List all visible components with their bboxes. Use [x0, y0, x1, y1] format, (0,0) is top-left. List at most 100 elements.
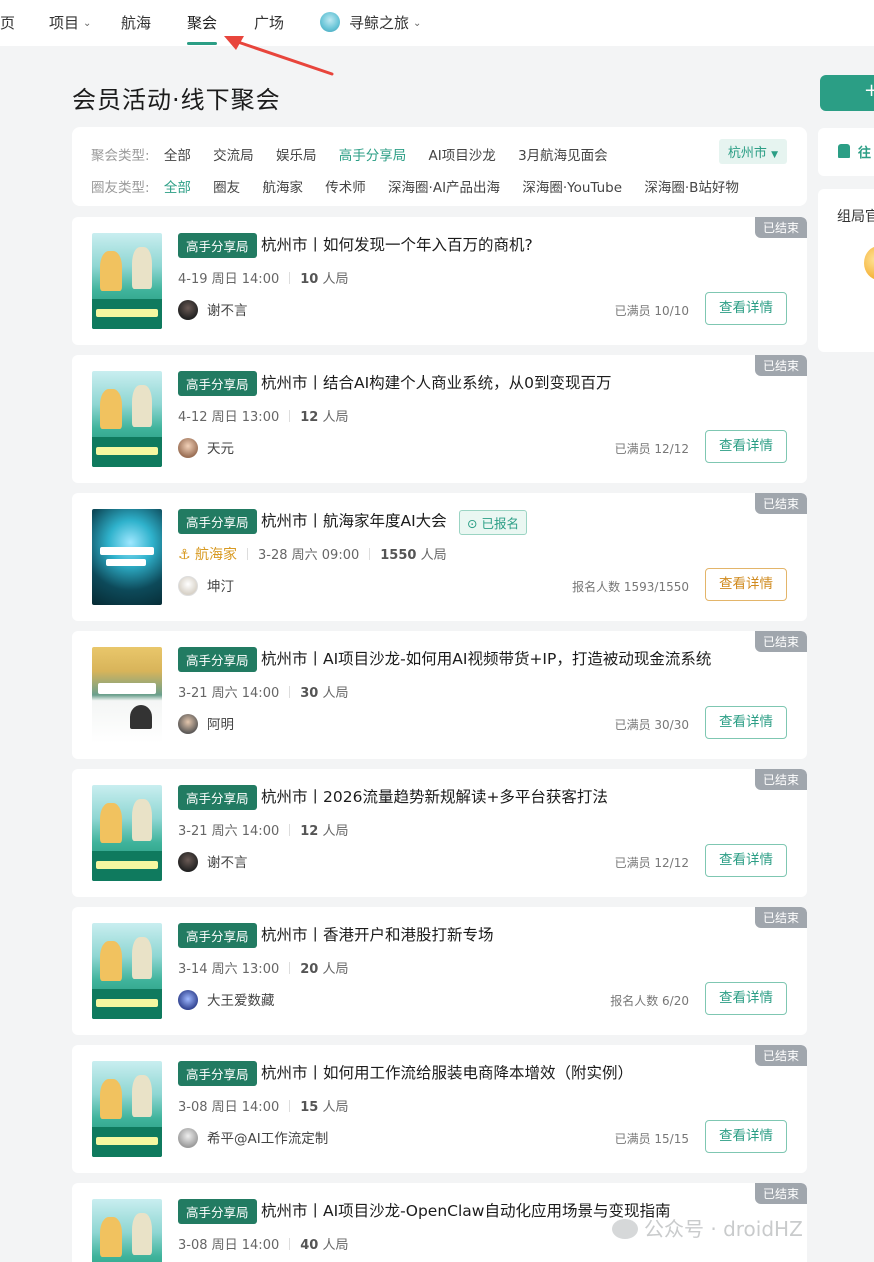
- filter-label: 聚会类型:: [91, 148, 150, 164]
- host[interactable]: 天元: [178, 437, 234, 458]
- watermark: 公众号 · droidHZ: [612, 1213, 803, 1242]
- status-badge: 已结束: [754, 631, 807, 652]
- host-name: 谢不言: [207, 855, 248, 871]
- event-title[interactable]: 杭州市丨AI项目沙龙-如何用AI视频带货+IP，打造被动现金流系统: [261, 647, 711, 669]
- host[interactable]: 希平@AI工作流定制: [178, 1127, 328, 1148]
- enrollment-status: 已满员 12/12: [614, 442, 689, 456]
- event-cover-image[interactable]: [92, 1199, 162, 1262]
- category-badge: 高手分享局: [178, 233, 257, 258]
- active-tab-indicator: [187, 42, 217, 45]
- avatar: [178, 1128, 198, 1148]
- top-nav: 页 项目 ⌄ 航海 聚会 广场 寻鲸之旅 ⌄: [0, 0, 874, 46]
- event-cover-image[interactable]: [92, 923, 162, 1019]
- view-details-button[interactable]: 查看详情: [705, 1120, 787, 1153]
- view-details-button[interactable]: 查看详情: [705, 982, 787, 1015]
- filter-option-fun[interactable]: 娱乐局: [276, 144, 317, 164]
- host-name: 大王爱数藏: [207, 993, 275, 1009]
- event-meta: 3-14 周六 13:00 20 人局: [178, 958, 348, 977]
- enrollment-status: 已满员 30/30: [614, 718, 689, 732]
- event-cover-image[interactable]: [92, 1061, 162, 1157]
- capacity-unit: 人局: [322, 962, 349, 977]
- nav-label: 寻鲸之旅: [349, 14, 410, 32]
- filter-option-members[interactable]: 圈友: [213, 176, 240, 196]
- avatar: [178, 990, 198, 1010]
- nav-item-voyage[interactable]: 航海: [121, 12, 151, 33]
- nav-item-whale-journey[interactable]: 寻鲸之旅 ⌄: [349, 12, 421, 33]
- filter-option-deep-ai-export[interactable]: 深海圈·AI产品出海: [388, 176, 500, 196]
- watermark-text: 公众号 · droidHZ: [644, 1217, 803, 1241]
- capacity-count: 10: [300, 272, 319, 287]
- event-cover-image[interactable]: [92, 785, 162, 881]
- event-title[interactable]: 杭州市丨2026流量趋势新规解读+多平台获客打法: [261, 785, 608, 807]
- nav-item-projects[interactable]: 项目 ⌄: [49, 12, 91, 33]
- event-cover-image[interactable]: [92, 233, 162, 329]
- nav-item-meetups[interactable]: 聚会: [187, 12, 217, 33]
- event-card[interactable]: 已结束 高手分享局 杭州市丨结合AI构建个人商业系统，从0到变现百万 4-12 …: [72, 355, 807, 483]
- category-badge: 高手分享局: [178, 1199, 257, 1224]
- wechat-icon: [612, 1219, 638, 1239]
- filter-option-ai-salon[interactable]: AI项目沙龙: [429, 144, 496, 164]
- event-card[interactable]: 已结束 高手分享局 杭州市丨航海家年度AI大会 ⊙ 已报名 ⚓ 航海家 3-28 …: [72, 493, 807, 621]
- side-card-organizers: 组局官: [818, 189, 874, 352]
- event-title[interactable]: 杭州市丨航海家年度AI大会: [261, 509, 447, 531]
- avatar: [178, 576, 198, 596]
- event-card[interactable]: 已结束 高手分享局 杭州市丨香港开户和港股打新专场 3-14 周六 13:00 2…: [72, 907, 807, 1035]
- filter-option-exchange[interactable]: 交流局: [213, 144, 254, 164]
- event-card[interactable]: 已结束 高手分享局 杭州市丨AI项目沙龙-如何用AI视频带货+IP，打造被动现金…: [72, 631, 807, 759]
- event-card[interactable]: 已结束 高手分享局 杭州市丨如何用工作流给服装电商降本增效（附实例） 3-08 …: [72, 1045, 807, 1173]
- status-badge: 已结束: [754, 493, 807, 514]
- event-cover-image[interactable]: [92, 647, 162, 743]
- host[interactable]: 谢不言: [178, 851, 248, 872]
- event-cover-image[interactable]: [92, 509, 162, 605]
- enrollment-status: 已满员 15/15: [614, 1132, 689, 1146]
- event-title[interactable]: 杭州市丨如何用工作流给服装电商降本增效（附实例）: [261, 1061, 633, 1083]
- filter-option-march-meetup[interactable]: 3月航海见面会: [518, 144, 608, 164]
- filter-option-all[interactable]: 全部: [164, 144, 191, 164]
- city-select[interactable]: 杭州市 ▼: [718, 139, 787, 164]
- event-meta: ⚓ 航海家 3-28 周六 09:00 1550 人局: [178, 544, 447, 564]
- event-date: 3-08 周日 14:00: [178, 1100, 280, 1115]
- host-name: 阿明: [207, 717, 234, 733]
- view-details-button[interactable]: 查看详情: [705, 430, 787, 463]
- filter-option-navigator[interactable]: 航海家: [262, 176, 303, 196]
- host-name: 坤汀: [207, 579, 234, 595]
- status-badge: 已结束: [754, 217, 807, 238]
- event-title[interactable]: 杭州市丨结合AI构建个人商业系统，从0到变现百万: [261, 371, 612, 393]
- filter-option-deep-bilibili[interactable]: 深海圈·B站好物: [644, 176, 739, 196]
- host[interactable]: 阿明: [178, 713, 234, 734]
- host-name: 天元: [207, 441, 234, 457]
- category-badge: 高手分享局: [178, 785, 257, 810]
- view-details-button[interactable]: 查看详情: [705, 706, 787, 739]
- event-title[interactable]: 杭州市丨香港开户和港股打新专场: [261, 923, 494, 945]
- chevron-down-icon: ⌄: [413, 18, 422, 29]
- nav-label: 聚会: [187, 14, 218, 32]
- status-badge: 已结束: [754, 1183, 807, 1204]
- event-cover-image[interactable]: [92, 371, 162, 467]
- status-badge: 已结束: [754, 1045, 807, 1066]
- view-details-button[interactable]: 查看详情: [705, 844, 787, 877]
- capacity-unit: 人局: [322, 1100, 349, 1115]
- event-card[interactable]: 已结束 高手分享局 杭州市丨2026流量趋势新规解读+多平台获客打法 3-21 …: [72, 769, 807, 897]
- event-date: 4-12 周日 13:00: [178, 410, 280, 425]
- create-meetup-button[interactable]: +: [820, 75, 874, 111]
- host[interactable]: 谢不言: [178, 299, 248, 320]
- status-badge: 已结束: [754, 355, 807, 376]
- side-card-label: 往: [858, 146, 872, 161]
- view-details-button[interactable]: 查看详情: [705, 292, 787, 325]
- side-card-past[interactable]: 往: [818, 128, 874, 176]
- event-title[interactable]: 杭州市丨AI项目沙龙-OpenClaw自动化应用场景与变现指南: [261, 1199, 670, 1221]
- avatar: [178, 438, 198, 458]
- event-card[interactable]: 已结束 高手分享局 杭州市丨如何发现一个年入百万的商机? 4-19 周日 14:…: [72, 217, 807, 345]
- nav-item-home[interactable]: 页: [0, 12, 15, 33]
- medal-icon: [864, 246, 874, 280]
- filter-option-mentor[interactable]: 传术师: [325, 176, 366, 196]
- filter-option-expert-share[interactable]: 高手分享局: [339, 144, 407, 164]
- capacity-unit: 人局: [420, 548, 447, 563]
- host[interactable]: 坤汀: [178, 575, 234, 596]
- event-title[interactable]: 杭州市丨如何发现一个年入百万的商机?: [261, 233, 533, 255]
- view-details-button[interactable]: 查看详情: [705, 568, 787, 601]
- filter-option-all[interactable]: 全部: [164, 176, 191, 196]
- filter-option-deep-youtube[interactable]: 深海圈·YouTube: [522, 176, 622, 196]
- host[interactable]: 大王爱数藏: [178, 989, 275, 1010]
- event-date: 3-21 周六 14:00: [178, 824, 280, 839]
